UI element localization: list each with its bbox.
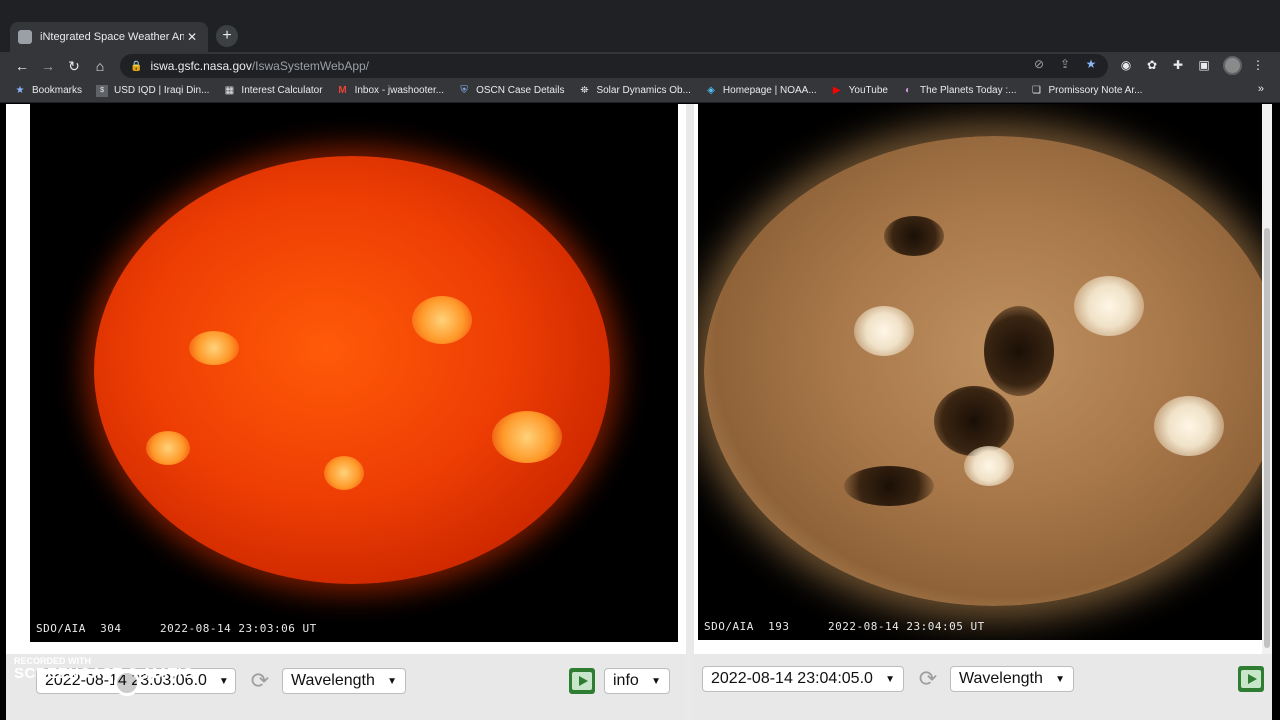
screencast-logo-icon bbox=[114, 670, 140, 696]
planet-icon: ◐ bbox=[904, 84, 911, 96]
lock-icon: 🔒 bbox=[130, 60, 143, 72]
panel-divider bbox=[686, 104, 694, 720]
info-select-304[interactable]: info ▼ bbox=[604, 668, 670, 694]
bookmark-item[interactable]: ⛯ Solar Dynamics Ob... bbox=[578, 85, 690, 97]
back-arrow-icon[interactable]: ← bbox=[12, 56, 32, 76]
site-favicon-icon bbox=[18, 30, 32, 44]
coronal-hole bbox=[934, 386, 1014, 456]
home-icon[interactable]: ⌂ bbox=[90, 56, 110, 76]
viewer-193-controls: 2022-08-14 23:04:05.0 ▼ ⟳ Wavelength ▼ bbox=[694, 654, 1272, 720]
active-region bbox=[964, 446, 1014, 486]
refresh-icon[interactable]: ⟳ bbox=[916, 667, 940, 691]
wavelength-select-193[interactable]: Wavelength ▼ bbox=[950, 666, 1074, 692]
bookmarks-bar: ★ Bookmarks $ USD IQD | Iraqi Din... ▦ Inte… bbox=[0, 79, 1280, 103]
address-bar[interactable]: 🔒 iswa.gsfc.nasa.gov /IswaSystemWebApp/ … bbox=[120, 54, 1108, 78]
satellite-icon: ⛯ bbox=[580, 84, 589, 96]
eye-off-icon[interactable]: ⊘ bbox=[1030, 57, 1048, 71]
page-content: SDO/AIA 304 2022-08-14 23:03:06 UT SDO/A… bbox=[0, 104, 1280, 720]
sun-disk-304-image bbox=[94, 156, 610, 584]
reload-icon[interactable]: ↻ bbox=[64, 56, 84, 76]
image-timestamp: 2022-08-14 23:04:05 UT bbox=[828, 620, 985, 633]
profile-avatar[interactable] bbox=[1223, 56, 1242, 75]
left-edge bbox=[0, 104, 6, 720]
tab-strip: iNtegrated Space Weather Analy ✕ + bbox=[0, 0, 1280, 52]
chevron-down-icon: ▼ bbox=[387, 675, 397, 687]
instrument-label: SDO/AIA 193 bbox=[704, 620, 790, 633]
chevron-down-icon: ▼ bbox=[218, 675, 229, 687]
image-timestamp: 2022-08-14 23:03:06 UT bbox=[160, 622, 317, 635]
extension-leaf-icon[interactable]: ✿ bbox=[1144, 57, 1160, 73]
star-icon: ★ bbox=[15, 84, 25, 96]
bookmark-item[interactable]: M Inbox - jwashooter... bbox=[337, 84, 444, 97]
bookmark-item[interactable]: ⛨ OSCN Case Details bbox=[458, 85, 564, 97]
coronal-hole bbox=[884, 216, 944, 256]
active-region bbox=[1154, 396, 1224, 456]
bookmark-star-icon[interactable]: ★ bbox=[1082, 57, 1100, 71]
bookmark-item[interactable]: $ USD IQD | Iraqi Din... bbox=[96, 84, 209, 97]
menu-kebab-icon[interactable]: ⋮ bbox=[1250, 57, 1266, 73]
extension-w-icon[interactable]: ◉ bbox=[1118, 57, 1134, 73]
gmail-icon: M bbox=[338, 84, 347, 96]
chevron-down-icon: ▼ bbox=[651, 675, 661, 687]
youtube-icon: ▶ bbox=[832, 84, 841, 96]
bookmark-item[interactable]: ◐ The Planets Today :... bbox=[902, 85, 1017, 97]
coronal-hole bbox=[844, 466, 934, 506]
screencast-watermark: RECORDED WITH SCREENCAST-O-MATIC bbox=[14, 656, 194, 682]
bookmark-item[interactable]: ▶ YouTube bbox=[831, 85, 888, 97]
coronal-hole bbox=[984, 306, 1054, 396]
new-tab-button[interactable]: + bbox=[216, 25, 238, 47]
scrollbar-thumb[interactable] bbox=[1264, 228, 1270, 648]
forward-arrow-icon[interactable]: → bbox=[38, 56, 58, 76]
solar-image-viewer-304[interactable]: SDO/AIA 304 2022-08-14 23:03:06 UT bbox=[30, 104, 678, 642]
close-tab-icon[interactable]: ✕ bbox=[184, 30, 200, 44]
sun-disk-193-image bbox=[704, 136, 1262, 606]
time-select-193[interactable]: 2022-08-14 23:04:05.0 ▼ bbox=[702, 666, 904, 692]
document-icon: ❏ bbox=[1032, 84, 1041, 96]
share-icon[interactable]: ⇪ bbox=[1056, 57, 1074, 71]
chevron-down-icon: ▼ bbox=[1055, 673, 1065, 685]
wavelength-select-304[interactable]: Wavelength ▼ bbox=[282, 668, 406, 694]
active-region bbox=[146, 431, 190, 465]
noaa-icon: ◈ bbox=[707, 84, 715, 96]
active-region bbox=[324, 456, 364, 490]
active-region bbox=[492, 411, 562, 463]
calculator-icon: ▦ bbox=[224, 84, 235, 96]
active-region bbox=[1074, 276, 1144, 336]
right-edge bbox=[1272, 104, 1280, 720]
url-path: /IswaSystemWebApp/ bbox=[251, 59, 370, 73]
movie-play-icon[interactable] bbox=[569, 668, 595, 694]
shield-icon: ⛨ bbox=[460, 84, 468, 96]
active-region bbox=[412, 296, 472, 344]
refresh-icon[interactable]: ⟳ bbox=[248, 669, 272, 693]
active-region bbox=[189, 331, 239, 365]
browser-toolbar: ← → ↻ ⌂ 🔒 iswa.gsfc.nasa.gov /IswaSystem… bbox=[0, 52, 1280, 79]
movie-play-icon[interactable] bbox=[1238, 666, 1264, 692]
url-host: iswa.gsfc.nasa.gov bbox=[150, 59, 252, 73]
solar-image-viewer-193[interactable]: SDO/AIA 193 2022-08-14 23:04:05 UT bbox=[698, 104, 1262, 640]
bookmark-item[interactable]: ❏ Promissory Note Ar... bbox=[1031, 84, 1142, 97]
side-panel-icon[interactable]: ▣ bbox=[1196, 57, 1212, 73]
bookmark-item[interactable]: ▦ Interest Calculator bbox=[223, 84, 323, 97]
instrument-label: SDO/AIA 304 bbox=[36, 622, 122, 635]
bookmark-item[interactable]: ◈ Homepage | NOAA... bbox=[705, 85, 817, 97]
bookmark-item[interactable]: ★ Bookmarks bbox=[14, 84, 83, 97]
extensions-puzzle-icon[interactable]: ✚ bbox=[1170, 57, 1186, 73]
chevron-down-icon: ▼ bbox=[885, 673, 895, 685]
bookmarks-overflow-button[interactable]: » bbox=[1258, 83, 1264, 95]
tab-title: iNtegrated Space Weather Analy bbox=[40, 31, 184, 43]
currency-icon: $ bbox=[96, 84, 109, 97]
active-region bbox=[854, 306, 914, 356]
browser-tab[interactable]: iNtegrated Space Weather Analy ✕ bbox=[10, 22, 208, 52]
